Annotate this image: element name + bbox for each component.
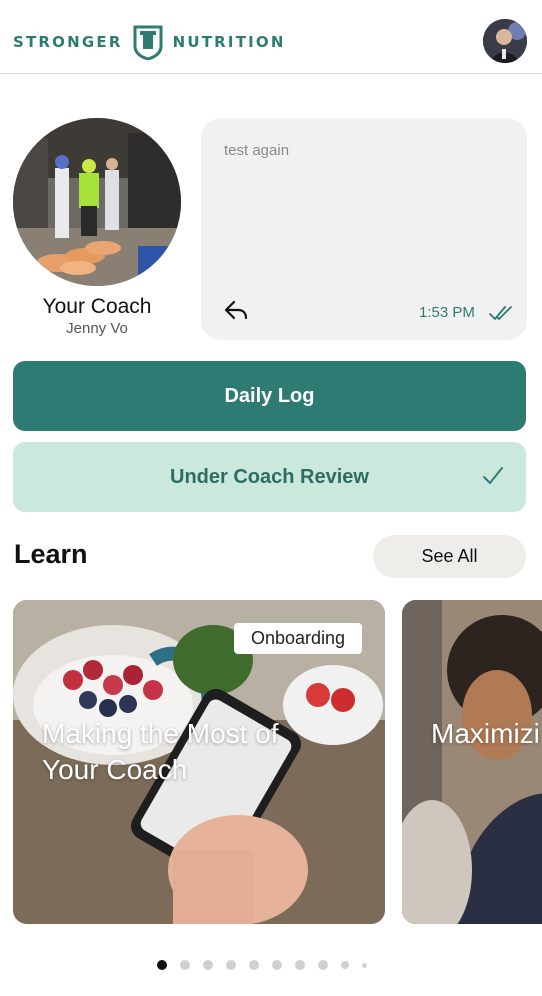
shield-logo-icon — [133, 25, 163, 60]
pager-dot[interactable] — [203, 960, 213, 970]
pager-dot[interactable] — [226, 960, 236, 970]
pager-dot[interactable] — [249, 960, 259, 970]
brand-logo[interactable]: STRONGER NUTRITION — [13, 22, 286, 62]
review-status-label: Under Coach Review — [170, 465, 369, 488]
message-text: test again — [224, 142, 290, 159]
carousel-pager[interactable] — [157, 958, 380, 972]
daily-log-label: Daily Log — [224, 384, 315, 407]
card-title: Maximizi Check-In — [431, 718, 542, 749]
coach-photo[interactable] — [13, 118, 181, 286]
pager-dot[interactable] — [318, 960, 328, 970]
daily-log-button[interactable]: Daily Log — [13, 361, 526, 431]
reply-icon[interactable] — [223, 298, 249, 322]
app-header: STRONGER NUTRITION — [0, 0, 542, 74]
check-icon — [483, 467, 503, 484]
message-time: 1:53 PM — [419, 304, 475, 321]
pager-dot[interactable] — [362, 962, 367, 968]
learn-card[interactable]: Onboarding Making the Most of Your Coach — [13, 600, 385, 924]
pager-dot[interactable] — [157, 960, 167, 970]
double-check-icon — [489, 306, 512, 320]
coach-photo-image — [13, 118, 181, 286]
learn-card[interactable]: Maximizi Check-In — [402, 600, 542, 924]
coach-review-status-button[interactable]: Under Coach Review — [13, 442, 526, 512]
brand-text-right: NUTRITION — [172, 33, 286, 51]
coach-title: Your Coach — [42, 295, 152, 318]
card-tag: Onboarding — [234, 623, 363, 654]
coach-name: Jenny Vo — [66, 320, 128, 337]
see-all-label: See All — [421, 546, 478, 566]
coach-message-bubble[interactable]: test again 1:53 PM — [201, 118, 527, 340]
pager-dot[interactable] — [180, 960, 190, 970]
pager-dot[interactable] — [295, 960, 305, 970]
see-all-button[interactable]: See All — [373, 535, 526, 578]
pager-dot[interactable] — [272, 960, 282, 970]
avatar-image — [483, 19, 527, 63]
learn-card-image — [402, 600, 542, 924]
pager-dot[interactable] — [341, 961, 349, 969]
brand-text-left: STRONGER — [13, 33, 123, 51]
card-title: Making the Most of Your Coach — [42, 718, 279, 785]
user-avatar[interactable] — [483, 19, 527, 63]
learn-heading: Learn — [14, 539, 88, 569]
